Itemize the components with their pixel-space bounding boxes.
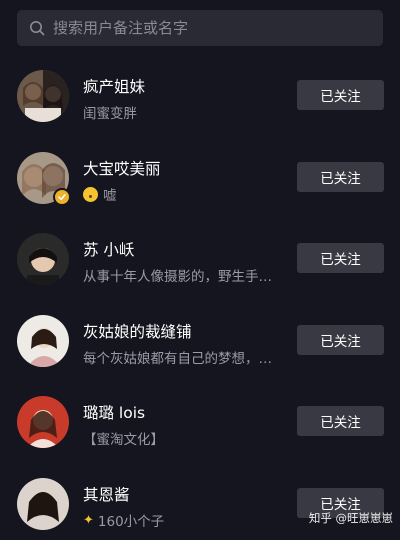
user-bio-text: 嘘 xyxy=(103,188,117,204)
user-bio: ✦ 160小个子 xyxy=(83,510,165,531)
followed-button[interactable]: 已关注 xyxy=(297,243,384,273)
user-row[interactable]: 灰姑娘的裁缝铺 每个灰姑娘都有自己的梦想，… 已关注 xyxy=(0,307,400,377)
user-row[interactable]: 大宝哎美丽 嘘 已关注 xyxy=(0,144,400,214)
avatar[interactable] xyxy=(17,233,69,285)
user-bio: 嘘 xyxy=(83,184,117,204)
sparkle-emoji-icon: ✦ xyxy=(83,512,94,528)
user-bio-text: 从事十年人像摄影的，野生手… xyxy=(83,269,272,285)
verified-badge-icon xyxy=(53,188,71,206)
avatar[interactable] xyxy=(17,70,69,122)
user-bio-text: 每个灰姑娘都有自己的梦想，… xyxy=(83,351,272,367)
search-bar[interactable] xyxy=(17,10,383,46)
search-icon xyxy=(30,21,45,36)
avatar[interactable] xyxy=(17,315,69,367)
user-bio: 每个灰姑娘都有自己的梦想，… xyxy=(83,347,272,367)
followed-button[interactable]: 已关注 xyxy=(297,162,384,192)
user-bio-text: 160小个子 xyxy=(97,514,165,530)
followed-button[interactable]: 已关注 xyxy=(297,406,384,436)
user-row[interactable]: 疯产姐妹 闺蜜变胖 已关注 xyxy=(0,62,400,132)
user-bio: 【蜜淘文化】 xyxy=(83,428,164,448)
user-row[interactable]: 璐璐 lois 【蜜淘文化】 已关注 xyxy=(0,388,400,458)
user-name: 灰姑娘的裁缝铺 xyxy=(83,323,192,341)
user-name: 苏 小岆 xyxy=(83,241,135,259)
user-row[interactable]: 苏 小岆 从事十年人像摄影的，野生手… 已关注 xyxy=(0,225,400,295)
shush-emoji-icon xyxy=(83,186,98,202)
user-name: 大宝哎美丽 xyxy=(83,160,161,178)
user-name: 其恩酱 xyxy=(83,486,130,504)
user-bio: 从事十年人像摄影的，野生手… xyxy=(83,265,272,285)
user-name: 璐璐 lois xyxy=(83,404,146,422)
user-row[interactable]: 其恩酱 ✦ 160小个子 已关注 xyxy=(0,470,400,540)
avatar[interactable] xyxy=(17,396,69,448)
watermark: 知乎 @旺崽崽崽 xyxy=(308,511,393,525)
search-input[interactable] xyxy=(53,19,353,37)
user-bio: 闺蜜变胖 xyxy=(83,102,137,122)
user-bio-text: 【蜜淘文化】 xyxy=(83,432,164,448)
followed-button[interactable]: 已关注 xyxy=(297,80,384,110)
avatar[interactable] xyxy=(17,478,69,530)
user-bio-text: 闺蜜变胖 xyxy=(83,106,137,122)
followed-button[interactable]: 已关注 xyxy=(297,325,384,355)
user-name: 疯产姐妹 xyxy=(83,78,146,96)
